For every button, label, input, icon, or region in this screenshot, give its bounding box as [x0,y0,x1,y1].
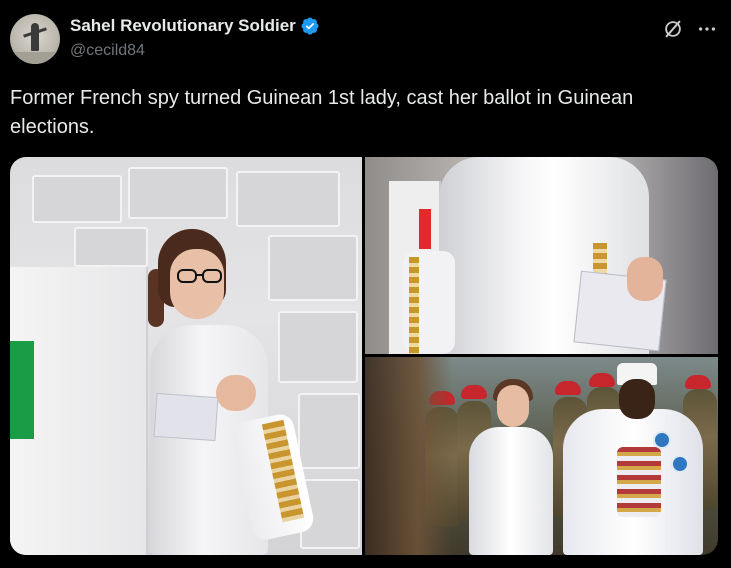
media-grid [10,157,718,555]
photo-woman-ballot-box[interactable] [10,157,362,555]
tweet-text: Former French spy turned Guinean 1st lad… [10,87,634,138]
author-display-name[interactable]: Sahel Revolutionary Soldier [70,16,296,36]
photo-ballot-closeup[interactable] [365,157,718,354]
verified-badge-icon [301,17,319,35]
more-icon[interactable] [696,18,718,40]
tweet-header: Sahel Revolutionary Soldier @cecild84 [10,12,721,66]
photo-walking-with-soldiers[interactable] [365,357,718,555]
author-handle[interactable]: @cecild84 [70,42,145,60]
ballot-envelope [153,392,219,442]
glasses [177,269,222,283]
ballot-box-green-stripe [10,341,34,439]
avatar[interactable] [10,14,60,64]
grok-icon[interactable] [662,18,684,40]
author-name-row[interactable]: Sahel Revolutionary Soldier [70,16,320,36]
